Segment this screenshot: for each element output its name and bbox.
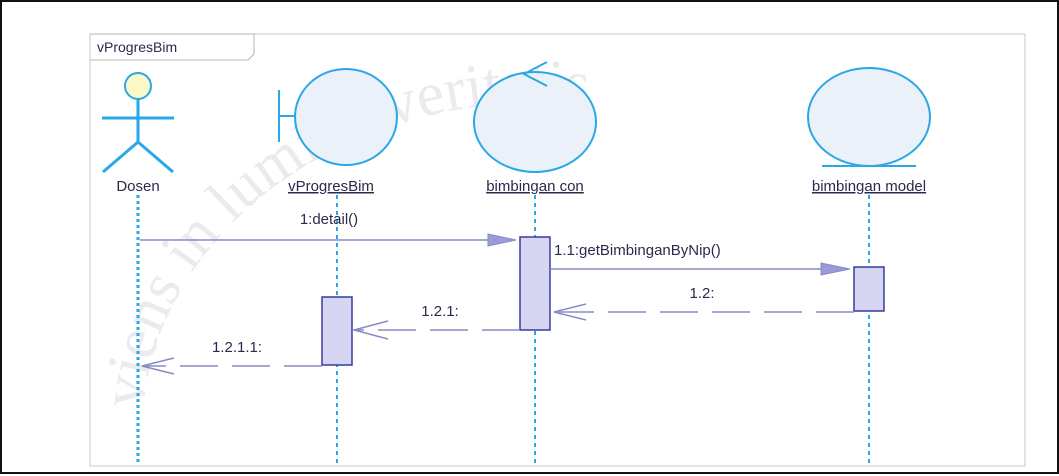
lifeline-label-bimbingan-model: bimbingan model (812, 178, 926, 195)
message-get-bimbingan-by-nip (550, 262, 851, 276)
lifeline-label-vprogresbim: vProgresBim (288, 178, 374, 195)
actor-icon (102, 72, 174, 174)
activation-vprogresbim (321, 296, 353, 366)
message-label-return-1-2: 1.2: (689, 285, 714, 302)
page: viens in lumine veritatis vProgresBim Do… (0, 0, 1059, 474)
message-label-get-bimbingan-by-nip: 1.1:getBimbinganByNip() (554, 242, 721, 259)
message-label-detail: 1:detail() (300, 211, 358, 228)
entity-icon (807, 67, 931, 167)
activation-bimbingan-model (853, 266, 885, 312)
message-return-1-2 (553, 303, 854, 321)
lifeline-label-dosen: Dosen (116, 178, 159, 195)
message-return-1-2-1-1 (141, 357, 322, 375)
activation-bimbingan-con (519, 236, 551, 331)
sequence-diagram: viens in lumine veritatis vProgresBim Do… (89, 33, 1026, 467)
lifeline-label-bimbingan-con: bimbingan con (486, 178, 584, 195)
message-label-return-1-2-1: 1.2.1: (421, 303, 459, 320)
message-return-1-2-1 (351, 320, 520, 340)
frame-title: vProgresBim (97, 39, 177, 55)
message-label-return-1-2-1-1: 1.2.1.1: (212, 339, 262, 356)
